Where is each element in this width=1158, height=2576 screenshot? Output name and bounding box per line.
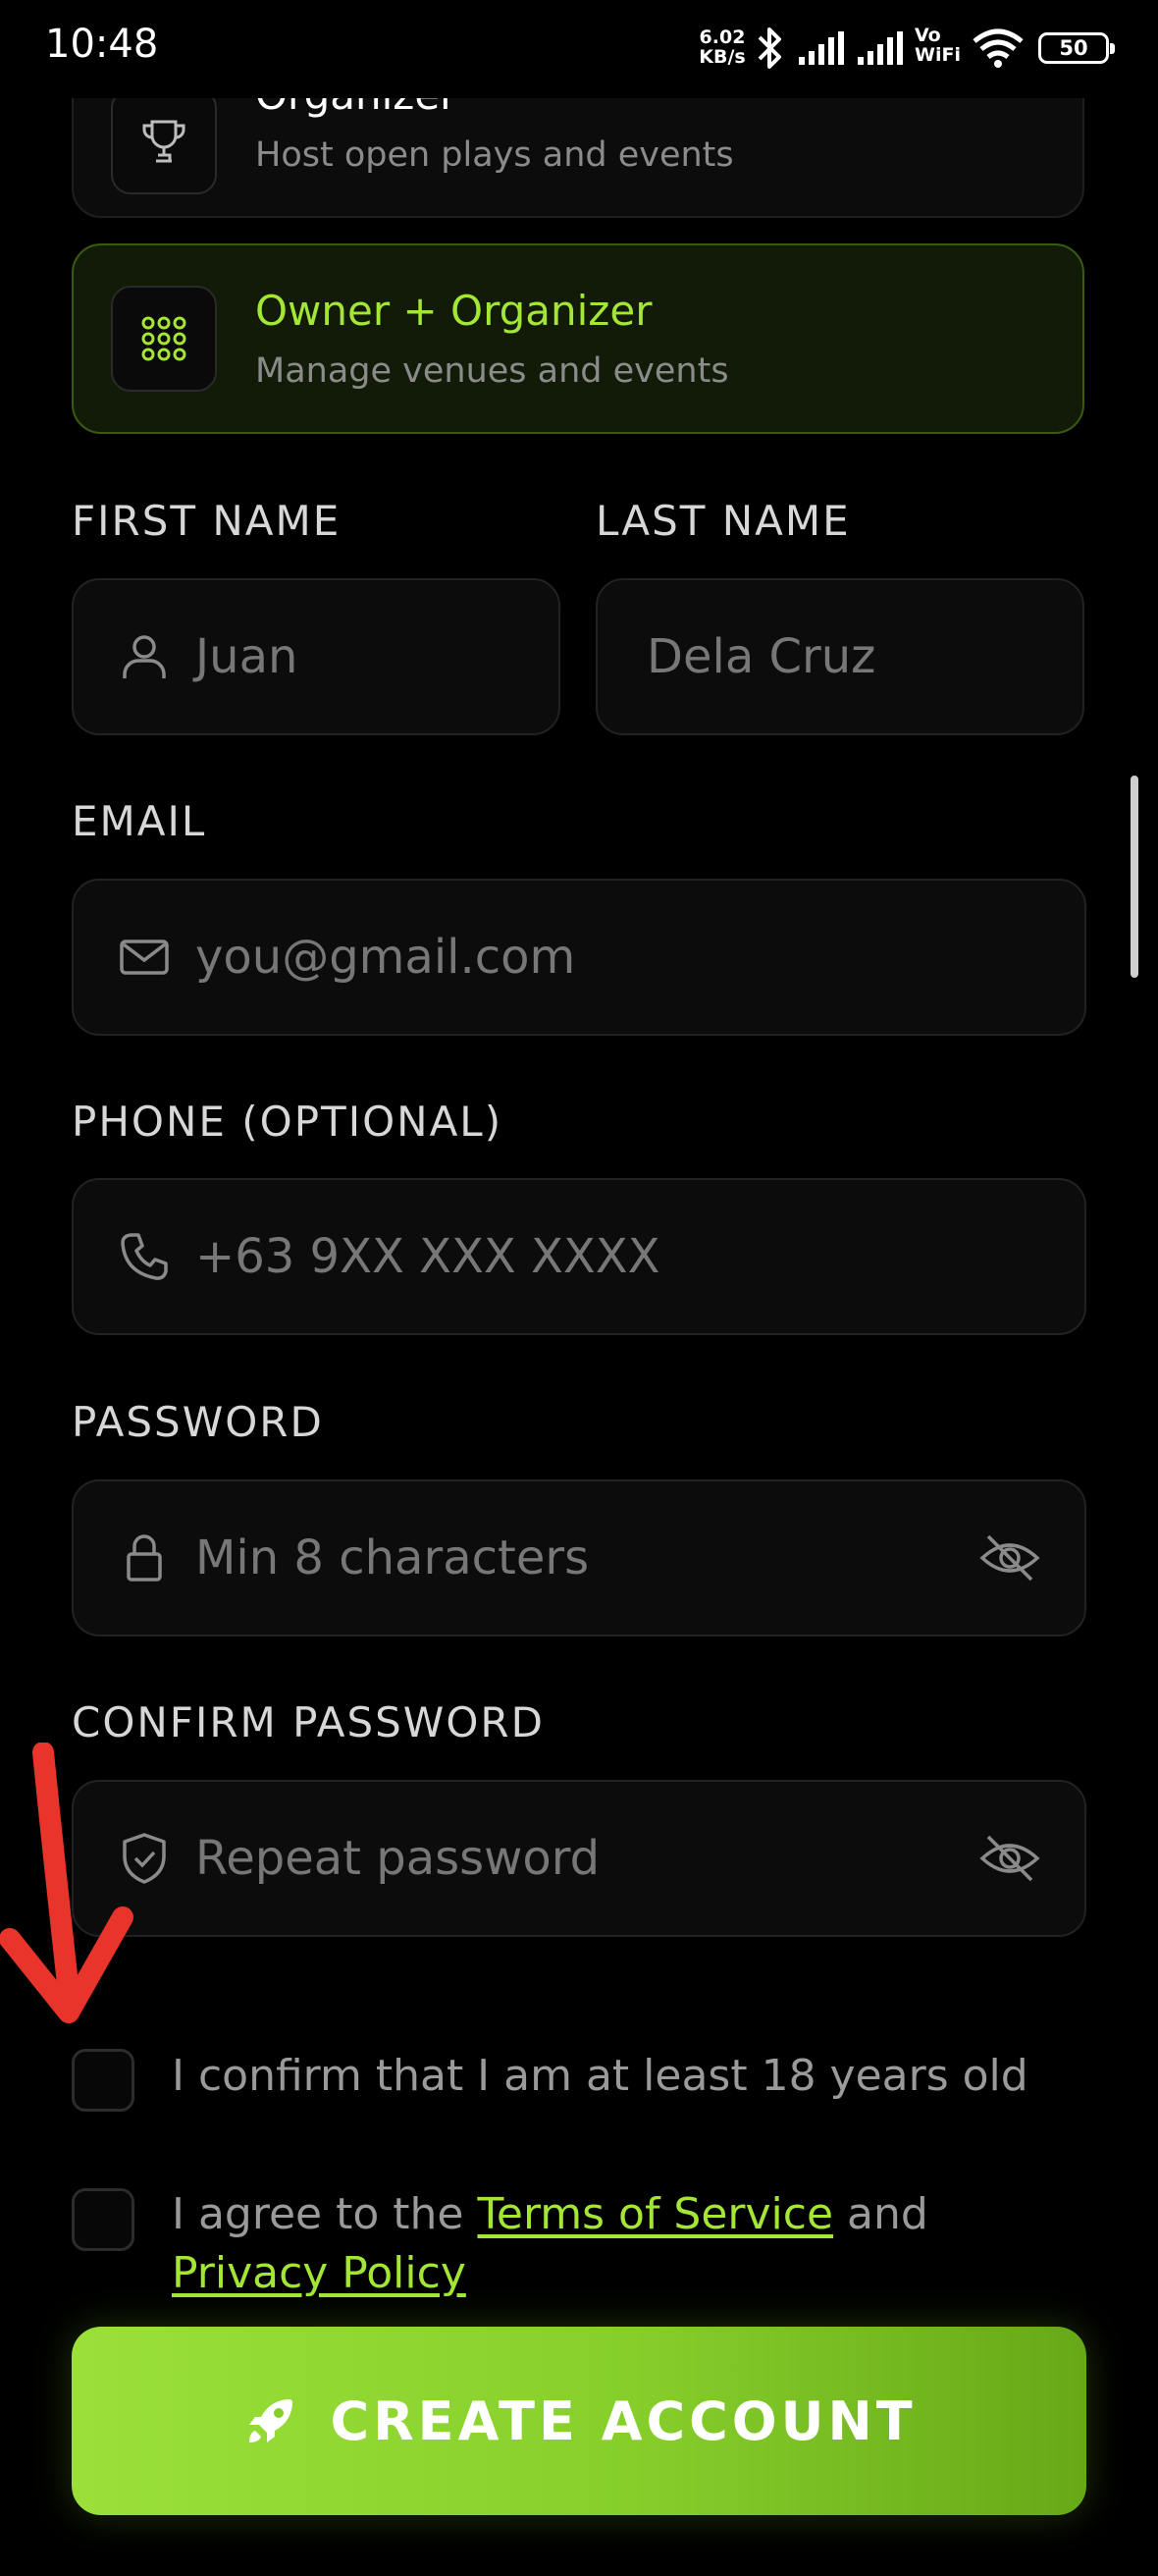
email-label: EMAIL [72,797,207,845]
status-time: 10:48 [45,22,159,67]
mail-icon [120,939,169,975]
email-placeholder: you@gmail.com [195,930,576,985]
bluetooth-icon [758,27,781,69]
signal-icon-2 [858,31,903,65]
user-icon [123,635,166,678]
phone-input[interactable]: +63 9XX XXX XXXX [72,1178,1086,1335]
age-confirm-text: I confirm that I am at least 18 years ol… [172,2051,1028,2101]
network-speed: 6.02 KB/s [699,27,746,68]
last-name-label: LAST NAME [596,497,851,545]
phone-placeholder: +63 9XX XXX XXXX [195,1229,660,1284]
battery-indicator: 50 [1038,32,1115,64]
eye-off-icon[interactable] [978,1827,1041,1890]
password-input[interactable]: Min 8 characters [72,1479,1086,1637]
annotation-arrow [0,1743,133,2023]
privacy-policy-link[interactable]: Privacy Policy [172,2248,466,2298]
terms-text: I agree to the Terms of Service and Priv… [172,2189,928,2298]
first-name-input[interactable]: Juan [72,578,560,735]
create-account-label: CREATE ACCOUNT [330,2389,917,2452]
role-title: Owner + Organizer [255,287,653,335]
confirm-password-placeholder: Repeat password [195,1831,601,1886]
first-name-placeholder: Juan [195,629,298,684]
grid-icon [111,286,217,392]
last-name-input[interactable]: Dela Cruz [596,578,1084,735]
vowifi-indicator: Vo WiFi [915,25,961,66]
status-bar: 10:48 6.02 KB/s Vo WiFi 50 [0,0,1158,98]
terms-of-service-link[interactable]: Terms of Service [477,2189,833,2239]
phone-label: PHONE (OPTIONAL) [72,1098,503,1146]
password-placeholder: Min 8 characters [195,1530,590,1585]
lock-icon [127,1534,162,1582]
role-card-owner-organizer[interactable]: Owner + Organizer Manage venues and even… [72,243,1084,434]
create-account-button[interactable]: CREATE ACCOUNT [72,2327,1086,2515]
rocket-icon [249,2399,293,2442]
confirm-password-label: CONFIRM PASSWORD [72,1698,545,1746]
age-confirm-checkbox[interactable] [72,2049,134,2112]
email-input[interactable]: you@gmail.com [72,879,1086,1036]
role-subtitle: Manage venues and events [255,351,729,391]
scrollbar-thumb[interactable] [1131,776,1138,978]
phone-icon [121,1233,168,1280]
wifi-icon [973,28,1024,68]
role-subtitle: Host open plays and events [255,135,734,175]
signal-icon-1 [799,31,844,65]
confirm-password-input[interactable]: Repeat password [72,1780,1086,1937]
trophy-icon [111,88,217,194]
last-name-placeholder: Dela Cruz [647,629,876,684]
password-label: PASSWORD [72,1398,324,1446]
terms-checkbox[interactable] [72,2188,134,2251]
first-name-label: FIRST NAME [72,497,342,545]
eye-off-icon[interactable] [978,1527,1041,1589]
